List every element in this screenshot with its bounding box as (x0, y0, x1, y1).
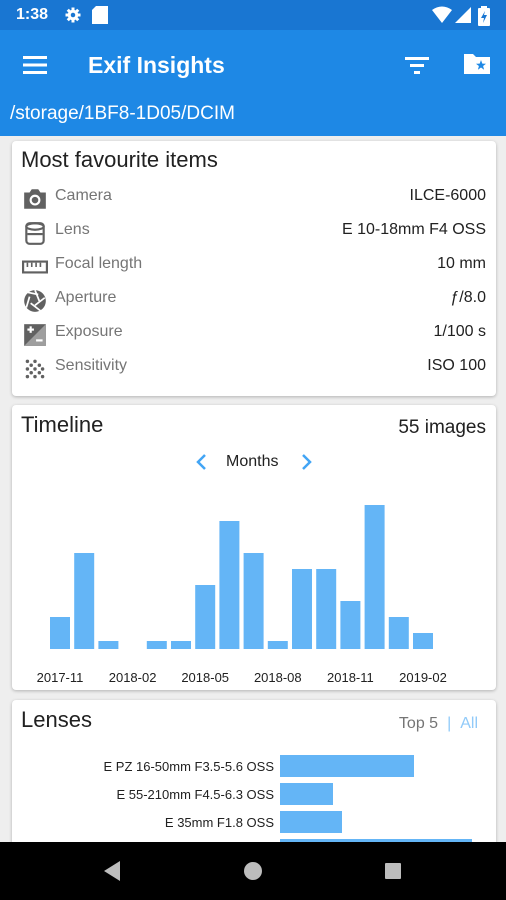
timeline-bar (243, 553, 264, 649)
fav-row-focal-length: Focal length 10 mm (12, 248, 496, 282)
timeline-bar (195, 585, 216, 649)
fav-label: Sensitivity (55, 357, 128, 374)
timeline-bar (340, 601, 361, 649)
lens-bar (280, 755, 414, 777)
favourites-title: Most favourite items (21, 147, 218, 172)
timeline-bar (146, 641, 167, 649)
lens-row[interactable]: E PZ 16-50mm F3.5-5.6 OSS (12, 755, 496, 779)
home-icon[interactable] (243, 861, 263, 881)
top5-toggle[interactable]: Top 5 (399, 715, 438, 732)
lens-icon (25, 222, 45, 245)
chevron-right-icon[interactable] (299, 453, 313, 471)
timeline-card: Timeline 55 images Months 2017-11 2018-02… (12, 405, 496, 690)
timeline-chart: 2017-11 2018-02 2018-05 2018-08 2018-11 2019-… (37, 505, 447, 685)
lens-name: E 35mm F1.8 OSS (164, 815, 274, 830)
image-count: 55 images (398, 417, 486, 438)
timeline-bar (364, 505, 385, 649)
lens-name: E 55-210mm F4.5-6.3 OSS (116, 787, 274, 802)
x-tick-label: 2018-08 (254, 670, 302, 685)
timeline-bar (267, 641, 288, 649)
hamburger-menu-icon[interactable] (23, 55, 47, 75)
fav-label: Exposure (55, 323, 123, 340)
timeline-bar (74, 553, 95, 649)
fav-row-sensitivity: Sensitivity ISO 100 (12, 350, 496, 384)
fav-label: Lens (55, 221, 90, 238)
x-tick-label: 2018-05 (181, 670, 229, 685)
filter-icon[interactable] (405, 55, 429, 75)
x-tick-label: 2017-11 (37, 670, 84, 685)
timeline-title: Timeline (21, 412, 104, 437)
exposure-icon (24, 324, 46, 346)
timeline-bar (292, 569, 312, 649)
grain-icon (25, 359, 45, 379)
fav-label: Camera (55, 187, 112, 204)
timeline-bar (413, 633, 433, 649)
timeline-bar (219, 521, 240, 649)
fav-value: ISO 100 (427, 357, 486, 374)
lenses-card: Lenses Top 5 | All E PZ 16-50mm F3.5-5.6 O… (12, 700, 496, 861)
recents-icon[interactable] (384, 862, 402, 880)
period-label: Months (226, 453, 279, 470)
fav-value: ƒ/8.0 (450, 289, 486, 306)
timeline-bar (316, 569, 337, 649)
x-tick-label: 2019-02 (399, 670, 447, 685)
fav-value: ILCE-6000 (409, 187, 487, 204)
favourites-card: Most favourite items Camera ILCE-6000 Le… (12, 141, 496, 396)
status-bar: 1:38 (0, 0, 506, 30)
lens-row[interactable]: E 35mm F1.8 OSS (12, 811, 496, 835)
fav-value: 10 mm (437, 255, 486, 272)
lens-row[interactable]: E 55-210mm F4.5-6.3 OSS (12, 783, 496, 807)
lens-bar (280, 811, 342, 833)
ruler-icon (22, 260, 48, 274)
timeline-bar (50, 617, 70, 649)
lenses-title: Lenses (21, 707, 92, 732)
current-path: /storage/1BF8-1D05/DCIM (10, 103, 235, 124)
folder-star-icon[interactable] (464, 52, 490, 74)
app-bar: Exif Insights (0, 30, 506, 100)
lens-filter: Top 5 | All (399, 715, 478, 733)
back-icon[interactable] (102, 860, 122, 882)
path-bar: /storage/1BF8-1D05/DCIM (0, 100, 506, 136)
x-tick-label: 2018-11 (327, 670, 374, 685)
camera-icon (24, 189, 46, 209)
x-tick-label: 2018-02 (109, 670, 157, 685)
signal-icon (455, 7, 471, 23)
fav-value: E 10-18mm F4 OSS (341, 221, 486, 238)
sd-card-icon (92, 6, 108, 24)
timeline-bar (98, 641, 119, 649)
status-time: 1:38 (16, 6, 49, 23)
gear-icon (65, 7, 81, 23)
fav-value: 1/100 s (433, 323, 486, 340)
toggle-separator: | (447, 715, 452, 732)
fav-label: Aperture (55, 289, 117, 306)
all-toggle[interactable]: All (460, 715, 478, 732)
fav-row-aperture: Aperture ƒ/8.0 (12, 282, 496, 316)
system-nav-bar (0, 842, 506, 900)
timeline-bar (388, 617, 409, 649)
wifi-icon (432, 6, 452, 23)
fav-row-lens: Lens E 10-18mm F4 OSS (12, 214, 496, 248)
lens-bar (280, 783, 333, 805)
aperture-icon (24, 289, 46, 312)
fav-row-camera: Camera ILCE-6000 (12, 180, 496, 214)
app-title: Exif Insights (88, 52, 225, 78)
fav-label: Focal length (55, 255, 143, 272)
fav-row-exposure: Exposure 1/100 s (12, 316, 496, 350)
lens-name: E PZ 16-50mm F3.5-5.6 OSS (103, 759, 274, 774)
chevron-left-icon[interactable] (195, 453, 209, 471)
battery-icon (478, 6, 490, 26)
timeline-bar (171, 641, 191, 649)
